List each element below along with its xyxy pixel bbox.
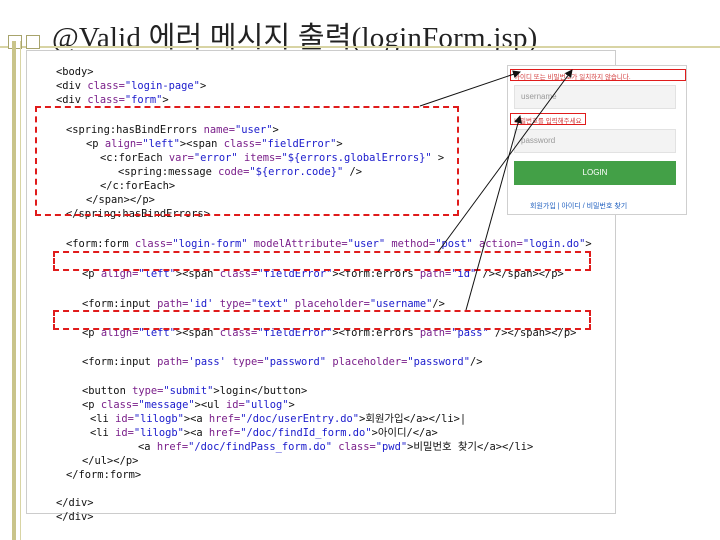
- callout-arrows: [419, 69, 573, 311]
- arrow-pass-error: [465, 115, 522, 311]
- arrow-global-error: [419, 70, 521, 107]
- arrow-id-error: [437, 69, 573, 253]
